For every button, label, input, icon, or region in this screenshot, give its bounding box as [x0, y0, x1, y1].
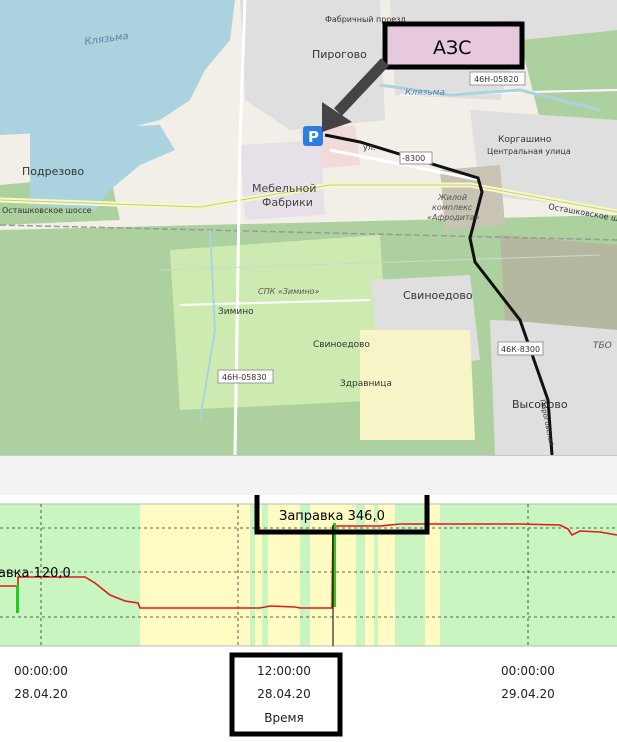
tick-label-time: 00:00:00	[501, 664, 555, 678]
label-svinoedovo-1: Свиноедово	[403, 289, 473, 302]
label-zdravnitsa: Здравница	[340, 379, 392, 389]
fuel-chart-svg: авка 120,0 Заправка 346,0 00:00:00 28.04…	[0, 487, 617, 737]
band-moving-sliver-1	[250, 504, 255, 646]
tick-label-date: 28.04.20	[14, 687, 67, 701]
label-svinoedovo-2: Свиноедово	[313, 340, 370, 350]
label-tbo: ТБО	[593, 341, 612, 351]
tick-label-time: 12:00:00	[257, 664, 311, 678]
label-central-street: Центральная улица	[487, 147, 571, 156]
label-pirogovo: Пирогово	[312, 48, 367, 61]
refuel-bar-small	[16, 585, 19, 613]
band-moving-sliver-2	[262, 504, 268, 646]
label-spk: СПК «Зимино»	[258, 287, 319, 296]
label-road-46n05830: 46Н-05830	[222, 373, 267, 382]
fuel-chart: авка 120,0 Заправка 346,0 00:00:00 28.04…	[0, 487, 617, 738]
label-klyazma-river: Клязьма	[405, 88, 445, 98]
label-podrezovo: Подрезово	[22, 165, 84, 178]
band-moving-sliver-6	[395, 504, 425, 646]
label-ostashkovskoe-left: Осташковское шоссе	[2, 206, 92, 215]
parking-symbol: P	[308, 128, 319, 146]
parking-icon[interactable]: P	[303, 126, 323, 146]
label-mebelnoy: Мебельной	[252, 182, 316, 195]
tick-label-time: 00:00:00	[14, 664, 68, 678]
refuel-label-small: авка 120,0	[0, 566, 71, 581]
label-fabriki: Фабрики	[262, 196, 313, 209]
label-zhiloy-1: Жилой	[437, 193, 467, 202]
refuel-label-big: Заправка 346,0	[279, 509, 385, 524]
label-zimino: Зимино	[218, 307, 254, 317]
label-korgashino: Коргашино	[498, 135, 552, 145]
panel-divider[interactable]	[0, 455, 617, 496]
label-road-46n05820: 46Н-05820	[474, 75, 519, 84]
label-road-8300: -8300	[402, 154, 425, 163]
azs-label: АЗС	[433, 37, 471, 59]
map-view[interactable]: Клязьма Клязьма Фабричный проезд Пирогов…	[0, 0, 617, 455]
band-moving-2	[440, 504, 617, 646]
tick-label-date: 28.04.20	[257, 687, 310, 701]
label-ul: ул.	[363, 143, 375, 152]
x-axis-label: Время	[264, 711, 304, 725]
map-canvas: Клязьма Клязьма Фабричный проезд Пирогов…	[0, 0, 617, 455]
label-zhiloy-2: комплекс	[432, 203, 473, 212]
label-zhiloy-3: «Афродита»	[427, 213, 480, 222]
label-road-46k8300: 46К-8300	[501, 345, 540, 354]
band-moving-sliver-3	[300, 504, 310, 646]
tick-label-date: 29.04.20	[501, 687, 554, 701]
